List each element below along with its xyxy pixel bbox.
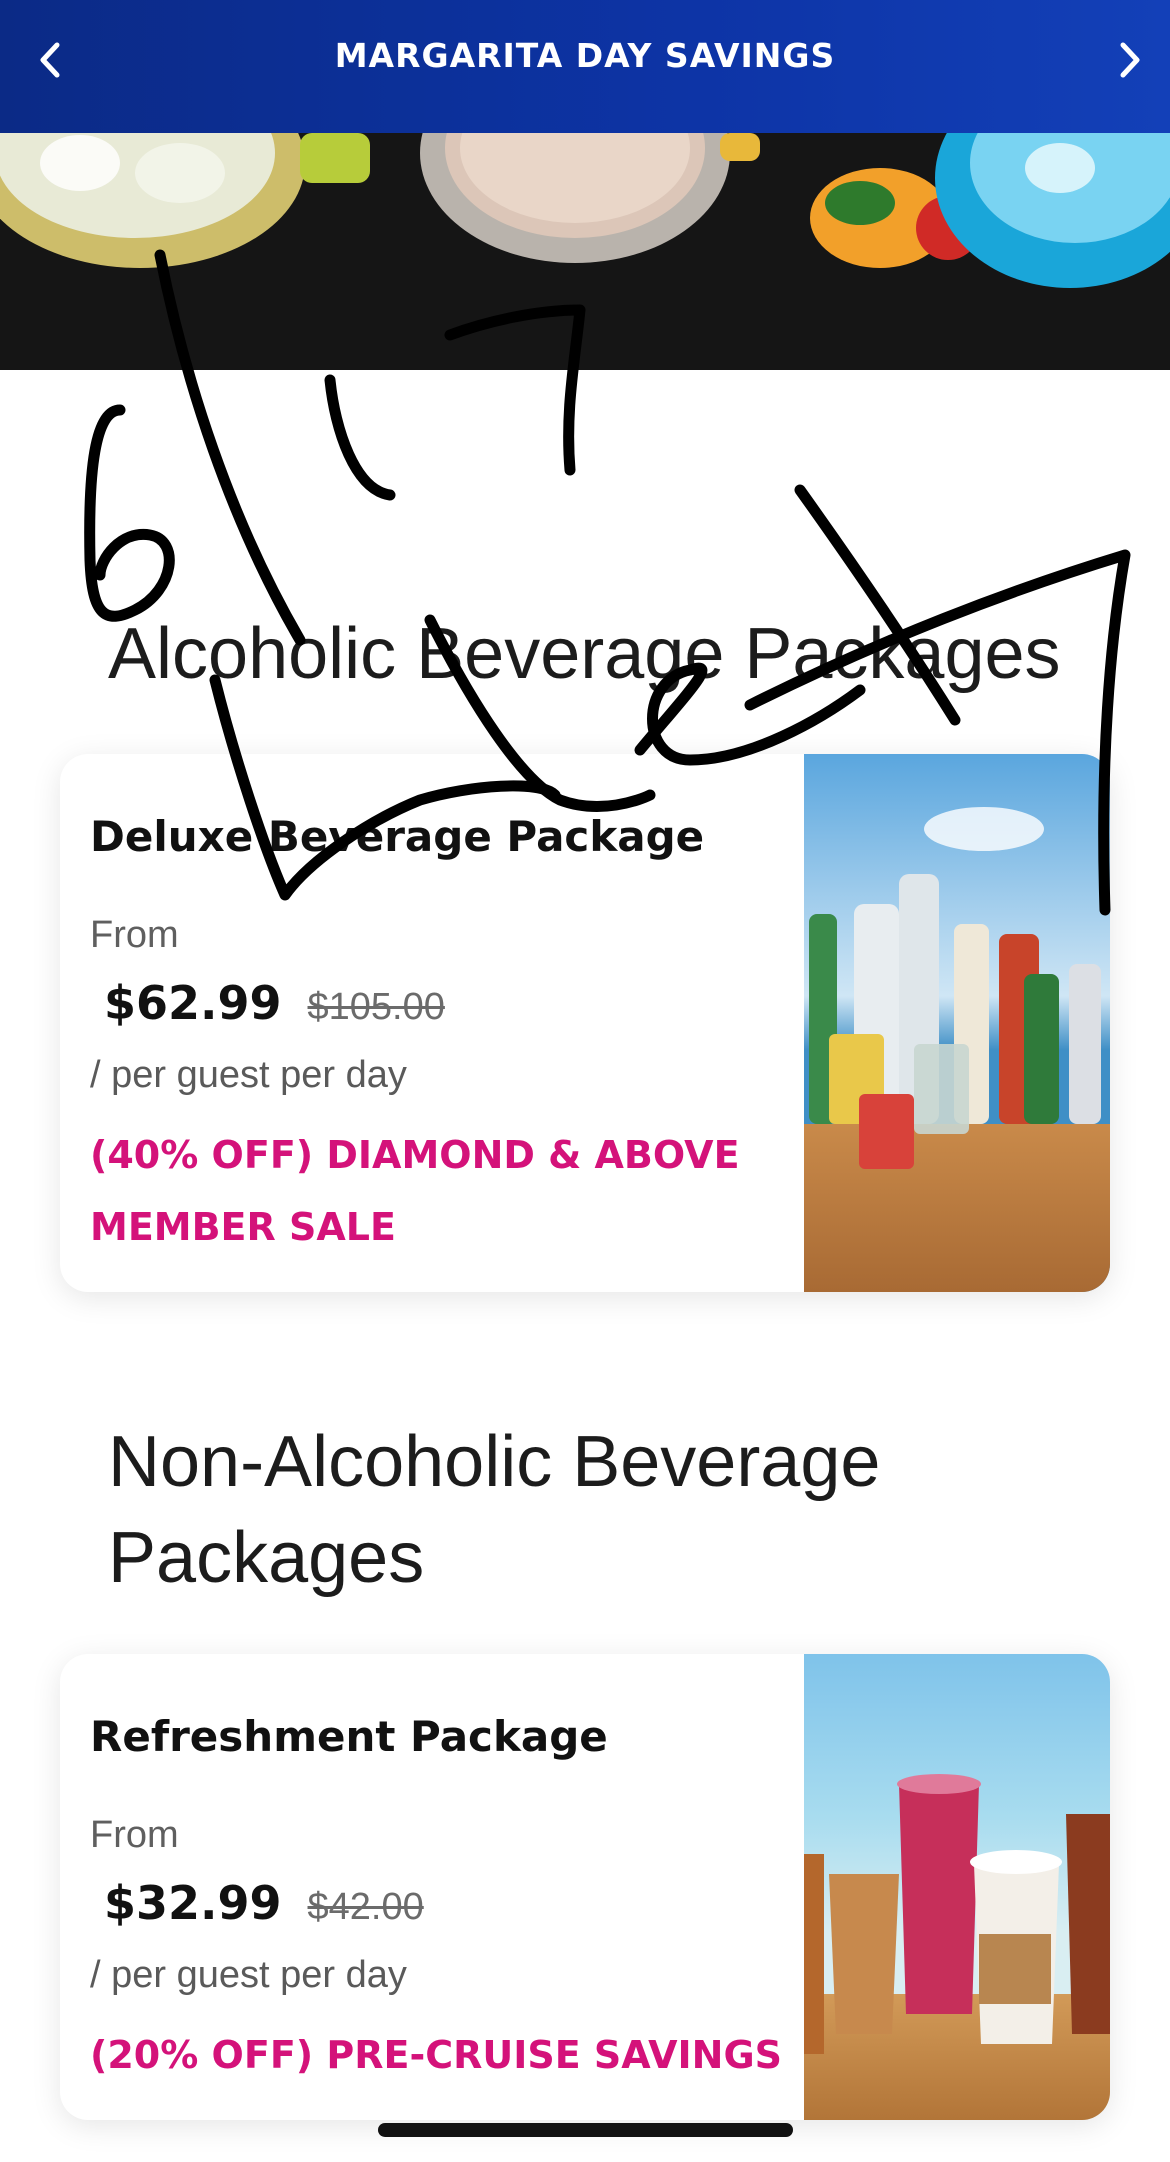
per-guest-label: / per guest per day bbox=[90, 1054, 407, 1096]
promo-text: (40% OFF) DIAMOND & ABOVE MEMBER SALE bbox=[90, 1133, 740, 1249]
top-nav-bar: MARGARITA DAY SAVINGS bbox=[0, 0, 1170, 133]
section-title-alcoholic: Alcoholic Beverage Packages bbox=[108, 614, 1061, 694]
from-label: From bbox=[90, 914, 179, 956]
from-label: From bbox=[90, 1814, 179, 1856]
section-title-non-alcoholic: Non-Alcoholic Beverage Packages bbox=[108, 1414, 880, 1606]
original-price: $42.00 bbox=[307, 1886, 424, 1928]
deluxe-package-card[interactable]: Deluxe Beverage Package From $62.99 $105… bbox=[60, 754, 1110, 1292]
hero-banner-image bbox=[0, 133, 1170, 370]
beverage-bottles-image bbox=[804, 754, 1110, 1292]
package-name: Deluxe Beverage Package bbox=[90, 812, 705, 861]
price-row: $62.99 $105.00 bbox=[104, 976, 445, 1030]
section-title-line-1: Non-Alcoholic Beverage bbox=[108, 1422, 881, 1502]
next-button[interactable] bbox=[1100, 30, 1160, 90]
package-name: Refreshment Package bbox=[90, 1712, 608, 1761]
sale-price: $32.99 bbox=[104, 1876, 282, 1930]
refreshment-package-card[interactable]: Refreshment Package From $32.99 $42.00 /… bbox=[60, 1654, 1110, 2120]
refreshment-drinks-image bbox=[804, 1654, 1110, 2120]
back-button[interactable] bbox=[20, 30, 80, 90]
per-guest-label: / per guest per day bbox=[90, 1954, 407, 1996]
home-indicator bbox=[378, 2123, 793, 2137]
sale-price: $62.99 bbox=[104, 976, 282, 1030]
chevron-right-icon bbox=[1120, 42, 1140, 78]
price-row: $32.99 $42.00 bbox=[104, 1876, 424, 1930]
original-price: $105.00 bbox=[307, 986, 445, 1028]
page-title: MARGARITA DAY SAVINGS bbox=[334, 36, 836, 75]
section-title-line-2: Packages bbox=[108, 1518, 425, 1598]
promo-text: (20% OFF) PRE-CRUISE SAVINGS bbox=[90, 2033, 783, 2077]
chevron-left-icon bbox=[40, 42, 60, 78]
